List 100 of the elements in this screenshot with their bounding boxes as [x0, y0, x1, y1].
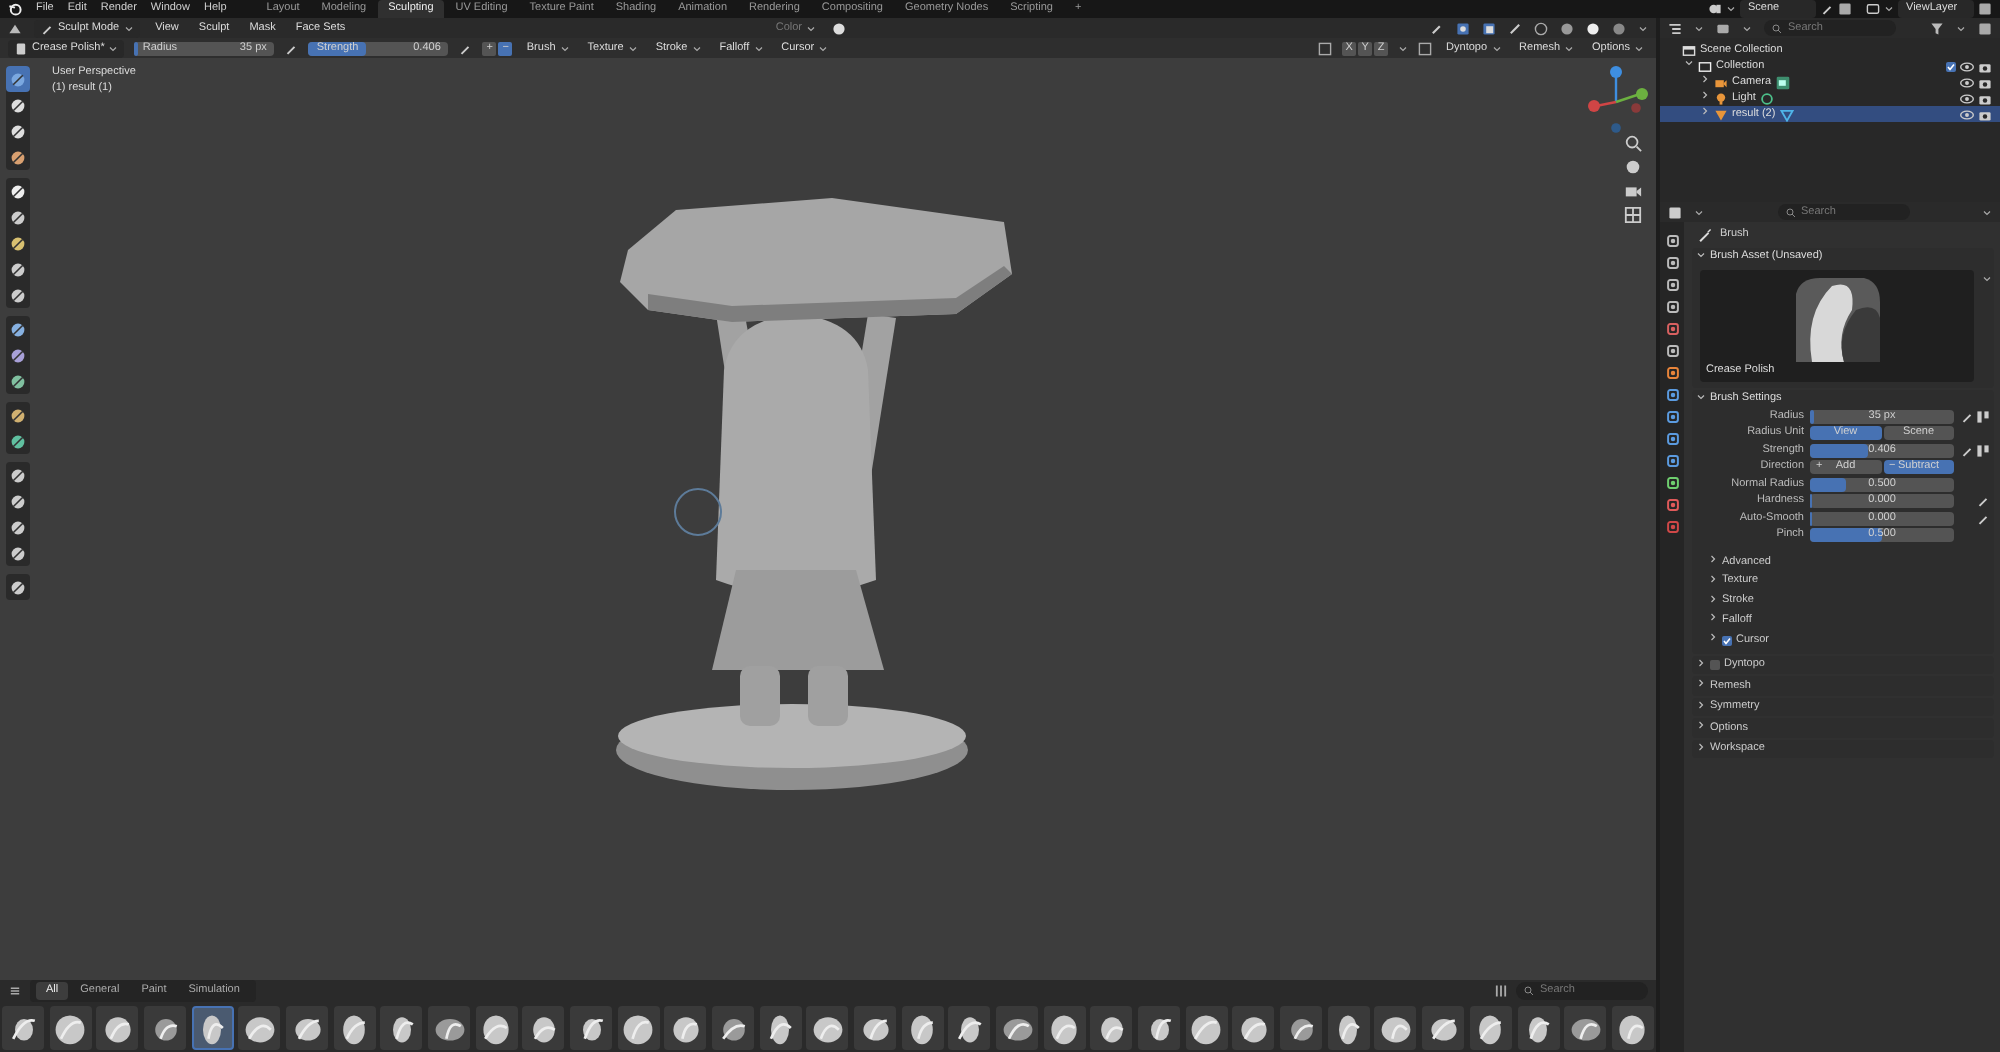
brush-thumbnail[interactable]: [996, 1005, 1039, 1049]
brush-thumbnail[interactable]: [1185, 1005, 1228, 1049]
brush-thumbnail[interactable]: [806, 1005, 849, 1049]
solid-shading-icon[interactable]: [1560, 21, 1574, 35]
caret-icon: [753, 43, 764, 53]
brush-thumbnail[interactable]: [96, 1005, 139, 1049]
library-icon[interactable]: [1494, 984, 1508, 998]
eye-icon[interactable]: [1960, 107, 1974, 121]
chevron-down-icon[interactable]: [1684, 58, 1694, 69]
brush-thumbnail[interactable]: [380, 1005, 423, 1049]
properties-tab-icon[interactable]: [1665, 278, 1679, 292]
mesh-object-icon: [1714, 107, 1728, 121]
brush-thumbnail[interactable]: [1611, 1005, 1654, 1049]
sphere-icon[interactable]: [832, 21, 846, 35]
render-camera-icon[interactable]: [1978, 59, 1992, 73]
brush-thumbnail[interactable]: [1232, 1005, 1275, 1049]
caret-icon: [1564, 43, 1575, 53]
brush-thumbnail[interactable]: [664, 1005, 707, 1049]
properties-tab-icon[interactable]: [1665, 454, 1679, 468]
material-shading-icon[interactable]: [1586, 21, 1600, 35]
mesh-data-icon[interactable]: [1779, 107, 1794, 121]
caret-icon: [691, 43, 702, 53]
brush-thumbnail[interactable]: [948, 1005, 991, 1049]
chevron-down-icon[interactable]: [1696, 391, 1706, 402]
checkbox[interactable]: [1946, 61, 1956, 71]
caret-icon: [1694, 23, 1704, 33]
camera-data-icon[interactable]: [1775, 75, 1790, 89]
search-icon: [1772, 23, 1782, 33]
eye-icon[interactable]: [1960, 91, 1974, 105]
wireframe-shading-icon[interactable]: [1534, 21, 1548, 35]
brush-thumbnail[interactable]: [1374, 1005, 1417, 1049]
pen-icon[interactable]: [1960, 409, 1974, 424]
grid-icon[interactable]: [1624, 206, 1642, 224]
brush-thumbnail[interactable]: [759, 1005, 802, 1049]
brush-thumbnail[interactable]: [1469, 1005, 1512, 1049]
caret-icon: [1982, 274, 1992, 284]
brush-thumbnail[interactable]: [286, 1005, 329, 1049]
logo-icon[interactable]: [8, 2, 22, 16]
properties-tab-icon[interactable]: [1665, 432, 1679, 446]
brush-thumbnail[interactable]: [522, 1005, 565, 1049]
light-object-icon: [1714, 91, 1728, 105]
render-camera-icon[interactable]: [1978, 75, 1992, 89]
brush-thumbnail[interactable]: [1564, 1005, 1607, 1049]
caret-icon: [1491, 43, 1502, 53]
checkbox[interactable]: [1710, 660, 1720, 671]
brush-thumbnail[interactable]: [854, 1005, 897, 1049]
pressure-icon[interactable]: [1976, 409, 1990, 424]
render-camera-icon[interactable]: [1978, 107, 1992, 121]
search-icon: [1524, 986, 1534, 996]
render-camera-icon[interactable]: [1978, 91, 1992, 105]
properties-tab-icon[interactable]: [1665, 498, 1679, 512]
brush-stroke-drawing: [1791, 274, 1883, 363]
brush-thumbnail[interactable]: [1280, 1005, 1323, 1049]
brush-thumbnail[interactable]: [901, 1005, 944, 1049]
rendered-shading-icon[interactable]: [1612, 21, 1626, 35]
brush-thumbnail[interactable]: [1517, 1005, 1559, 1049]
brush-thumbnail[interactable]: [475, 1005, 518, 1049]
brush-thumbnail[interactable]: [712, 1005, 755, 1049]
display-mode-icon[interactable]: [1668, 21, 1682, 35]
menu-icon[interactable]: [8, 984, 22, 998]
properties-tab-icon[interactable]: [1665, 256, 1679, 270]
brush-thumbnail[interactable]: [238, 1005, 281, 1049]
camera-object-icon: [1714, 75, 1728, 89]
properties-tab-icon[interactable]: [1665, 300, 1679, 314]
brush-thumbnail[interactable]: [144, 1005, 187, 1049]
camera-icon[interactable]: [1624, 182, 1642, 200]
pressure-icon[interactable]: [1976, 443, 1990, 458]
properties-tab-icon[interactable]: [1665, 322, 1679, 336]
properties-tab-icon[interactable]: [1665, 344, 1679, 358]
eye-icon[interactable]: [1960, 59, 1974, 73]
brush-thumbnail[interactable]: [1422, 1005, 1465, 1049]
pen-icon[interactable]: [1960, 443, 1974, 458]
light-data-icon[interactable]: [1759, 91, 1774, 105]
caret-icon: [1884, 4, 1894, 14]
properties-tab-icon[interactable]: [1665, 388, 1679, 402]
brush-thumbnail[interactable]: [49, 1005, 92, 1049]
brush-thumbnail[interactable]: [1138, 1005, 1181, 1049]
brush-thumbnail[interactable]: [2, 1005, 44, 1049]
zoom-icon[interactable]: [1624, 134, 1642, 152]
caret-icon: [1956, 23, 1966, 33]
brush-thumbnail[interactable]: [333, 1005, 376, 1049]
brush-thumbnail[interactable]: [1327, 1005, 1370, 1049]
brush-thumbnail[interactable]: [1090, 1005, 1133, 1049]
brush-thumbnail[interactable]: [428, 1005, 471, 1049]
properties-tab-icon[interactable]: [1665, 476, 1679, 490]
brush-thumbnail[interactable]: [1043, 1005, 1086, 1049]
checkbox[interactable]: [1722, 635, 1732, 646]
eye-icon[interactable]: [1960, 75, 1974, 89]
properties-tab-icon[interactable]: [1665, 234, 1679, 248]
caret-icon: [627, 43, 638, 53]
brush-thumbnail[interactable]: [191, 1005, 234, 1049]
overlay-icon[interactable]: [1456, 21, 1470, 35]
xray-icon[interactable]: [1482, 21, 1496, 35]
brush-thumbnail[interactable]: [617, 1005, 660, 1049]
chevron-down-icon[interactable]: [1696, 249, 1706, 260]
properties-tab-icon[interactable]: [1665, 366, 1679, 380]
properties-tab-icon[interactable]: [1665, 520, 1679, 534]
properties-tab-icon[interactable]: [1665, 410, 1679, 424]
brush-thumbnail[interactable]: [570, 1005, 613, 1049]
caret-icon: [1982, 207, 1992, 217]
